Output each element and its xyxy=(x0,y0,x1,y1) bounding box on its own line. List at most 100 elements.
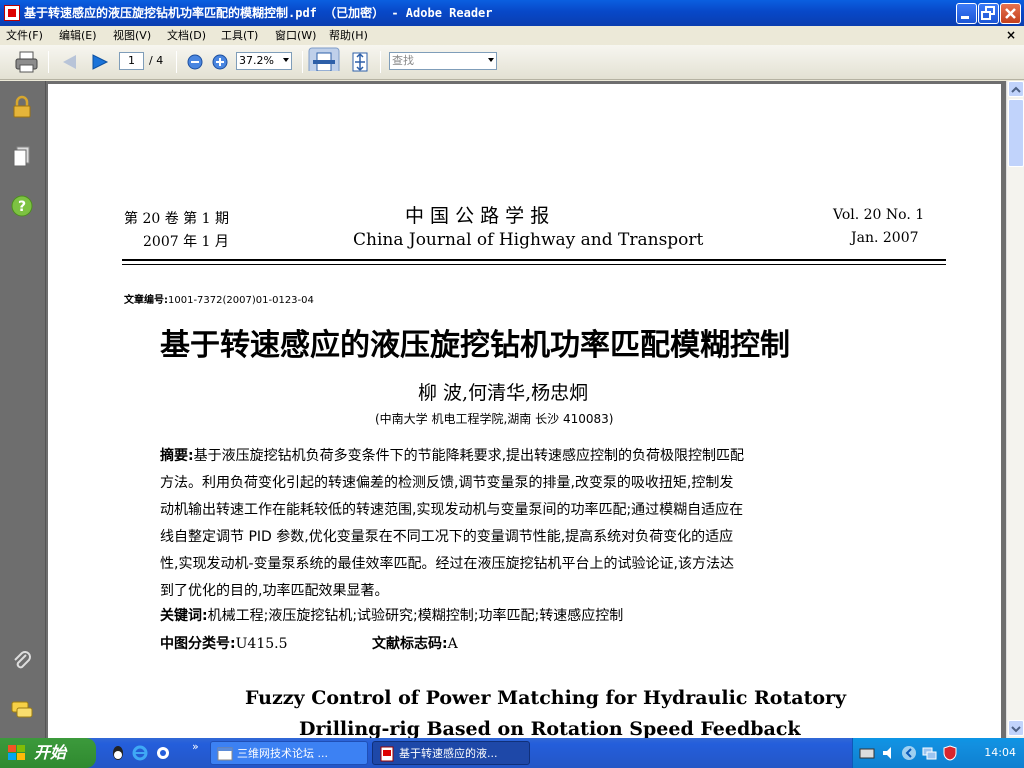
search-placeholder: 查找 xyxy=(392,54,414,67)
taskbar-item-adobe-reader[interactable]: 基于转速感应的液... xyxy=(372,741,530,765)
speaker-icon[interactable] xyxy=(881,745,895,761)
navigation-panel: ? xyxy=(0,81,46,738)
svg-text:?: ? xyxy=(18,199,26,215)
scroll-up-button[interactable] xyxy=(1008,81,1024,97)
taskbar: 开始 » 三维网技术论坛 ... 基于转速感应的液... 14:04 xyxy=(0,738,1024,768)
journal-name-cn: 中 国 公 路 学 报 xyxy=(405,205,550,227)
article-title-cn: 基于转速感应的液压旋挖钻机功率匹配模糊控制 xyxy=(160,328,790,363)
keyboard-icon[interactable] xyxy=(859,746,875,760)
zoom-out-icon[interactable] xyxy=(185,50,205,74)
abstract-line: 摘要:基于液压旋挖钻机负荷多变条件下的节能降耗要求,提出转速感应控制的负荷极限控… xyxy=(160,448,745,464)
pages-icon[interactable] xyxy=(10,145,34,169)
search-input[interactable]: 查找 xyxy=(389,52,497,70)
network-icon[interactable] xyxy=(921,745,937,761)
document-code: 文献标志码:A xyxy=(372,633,458,653)
pdf-page: 第 20 卷 第 1 期 2007 年 1 月 中 国 公 路 学 报 Chin… xyxy=(48,84,1001,738)
abstract-line: 线自整定调节 PID 参数,优化变量泵在不同工况下的变量调节性能,提高系统对负荷… xyxy=(160,529,734,545)
abstract: 摘要:基于液压旋挖钻机负荷多变条件下的节能降耗要求,提出转速感应控制的负荷极限控… xyxy=(160,443,744,605)
article-number: 文章编号:1001-7372(2007)01-0123-04 xyxy=(124,291,314,306)
close-icon xyxy=(1005,8,1016,19)
volume-issue-cn: 第 20 卷 第 1 期 xyxy=(124,211,229,227)
internet-explorer-icon[interactable] xyxy=(132,745,148,761)
vertical-scrollbar[interactable] xyxy=(1006,81,1024,738)
toolbar-separator xyxy=(48,51,49,73)
quicklaunch-more[interactable]: » xyxy=(192,740,199,753)
document-close-button[interactable]: × xyxy=(1006,26,1016,45)
start-button[interactable]: 开始 xyxy=(0,738,96,768)
abstract-line: 方法。利用负荷变化引起的转速偏差的检测反馈,调节变量泵的排量,改变泵的吸收扭矩,… xyxy=(160,475,734,491)
fit-width-icon[interactable] xyxy=(308,47,340,71)
restore-button[interactable] xyxy=(978,3,999,24)
restore-icon xyxy=(981,6,995,20)
article-title-en-line1: Fuzzy Control of Power Matching for Hydr… xyxy=(245,687,847,709)
classification: 中图分类号:U415.5 xyxy=(160,633,288,653)
abstract-line: 性,实现发动机-变量泵系统的最佳效率匹配。经过在液压旋挖钻机平台上的试验论证,该… xyxy=(160,556,734,572)
previous-page-icon[interactable] xyxy=(58,50,80,74)
toolbar-separator xyxy=(302,51,303,73)
clock: 14:04 xyxy=(984,746,1016,759)
title-bar: 基于转速感应的液压旋挖钻机功率匹配的模糊控制.pdf （已加密） - Adobe… xyxy=(0,0,1024,26)
help-icon[interactable]: ? xyxy=(10,194,34,218)
menu-help[interactable]: 帮助(H) xyxy=(329,26,368,45)
security-shield-icon[interactable] xyxy=(943,745,957,761)
expand-tray-icon[interactable] xyxy=(901,745,917,761)
menu-file[interactable]: 文件(F) xyxy=(6,26,43,45)
zoom-level-select[interactable]: 37.2% xyxy=(236,52,292,70)
abstract-line: 到了优化的目的,功率匹配效果显著。 xyxy=(160,583,389,599)
abstract-line: 动机输出转速工作在能耗较低的转速范围,实现发动机与变量泵间的功率匹配;通过模糊自… xyxy=(160,502,744,518)
fit-page-icon[interactable] xyxy=(348,50,372,74)
menu-document[interactable]: 文档(D) xyxy=(167,26,206,45)
toolbar-separator xyxy=(176,51,177,73)
authors: 柳 波,何清华,杨忠炯 xyxy=(418,382,589,404)
media-icon[interactable] xyxy=(155,745,171,761)
adobe-reader-icon xyxy=(4,5,20,21)
document-code-label: 文献标志码: xyxy=(372,636,448,652)
document-viewport[interactable]: 第 20 卷 第 1 期 2007 年 1 月 中 国 公 路 学 报 Chin… xyxy=(46,81,1006,738)
volume-issue-en: Vol. 20 No. 1 xyxy=(833,207,925,223)
document-code-value: A xyxy=(447,636,458,652)
classification-value: U415.5 xyxy=(235,636,288,652)
chevron-up-icon xyxy=(1011,86,1021,93)
windows-logo-icon xyxy=(8,745,25,760)
browser-icon xyxy=(217,747,233,761)
journal-name-en: China Journal of Highway and Transport xyxy=(353,230,704,250)
zoom-in-icon[interactable] xyxy=(210,50,230,74)
minimize-button[interactable] xyxy=(956,3,977,24)
chevron-down-icon xyxy=(1011,726,1021,733)
window-title: 基于转速感应的液压旋挖钻机功率匹配的模糊控制.pdf （已加密） - Adobe… xyxy=(24,6,493,20)
date-cn: 2007 年 1 月 xyxy=(143,234,229,250)
lock-icon[interactable] xyxy=(10,95,34,119)
toolbar: 1 / 4 37.2% 查找 xyxy=(0,45,1024,80)
affiliation: (中南大学 机电工程学院,湖南 长沙 410083) xyxy=(375,412,614,426)
menu-tools[interactable]: 工具(T) xyxy=(221,26,258,45)
toolbar-separator xyxy=(380,51,381,73)
attachment-icon[interactable] xyxy=(10,649,34,673)
taskbar-item-forum[interactable]: 三维网技术论坛 ... xyxy=(210,741,368,765)
system-tray: 14:04 xyxy=(852,738,1024,768)
menu-edit[interactable]: 编辑(E) xyxy=(59,26,97,45)
date-en: Jan. 2007 xyxy=(851,230,919,246)
header-rule xyxy=(122,259,946,261)
print-icon[interactable] xyxy=(14,50,40,74)
keywords-value: 机械工程;液压旋挖钻机;试验研究;模糊控制;功率匹配;转速感应控制 xyxy=(207,608,624,624)
close-button[interactable] xyxy=(1000,3,1021,24)
classification-label: 中图分类号: xyxy=(160,636,236,652)
pdf-file-icon xyxy=(380,746,394,762)
next-page-icon[interactable] xyxy=(89,50,111,74)
article-title-en-line2: Drilling-rig Based on Rotation Speed Fee… xyxy=(299,718,801,738)
scroll-down-button[interactable] xyxy=(1008,720,1024,736)
article-number-value: 1001-7372(2007)01-0123-04 xyxy=(168,295,314,306)
abstract-label: 摘要: xyxy=(160,448,194,464)
minimize-icon xyxy=(961,16,969,19)
menu-bar: 文件(F) 编辑(E) 视图(V) 文档(D) 工具(T) 窗口(W) 帮助(H… xyxy=(0,26,1024,45)
keywords: 关键词:机械工程;液压旋挖钻机;试验研究;模糊控制;功率匹配;转速感应控制 xyxy=(160,605,623,625)
page-number-input[interactable]: 1 xyxy=(119,52,144,70)
chevron-down-icon xyxy=(488,58,494,62)
scroll-thumb[interactable] xyxy=(1008,99,1024,167)
page-total: / 4 xyxy=(149,54,164,67)
qq-icon[interactable] xyxy=(110,745,126,761)
menu-view[interactable]: 视图(V) xyxy=(113,26,151,45)
menu-window[interactable]: 窗口(W) xyxy=(275,26,316,45)
header-rule xyxy=(122,264,946,265)
comments-icon[interactable] xyxy=(10,698,34,722)
